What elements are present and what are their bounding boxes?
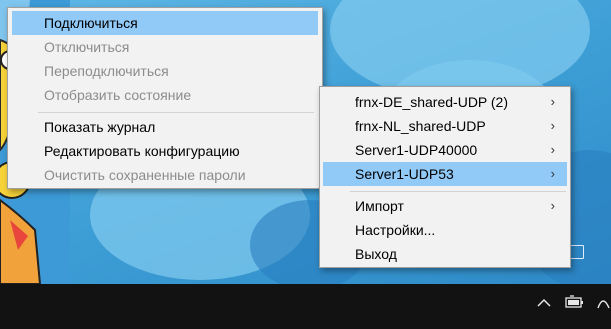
menu-item-label: Отобразить состояние bbox=[44, 87, 192, 103]
menu-item-show-status: Отобразить состояние bbox=[12, 83, 318, 107]
context-menu: Подключиться Отключиться Переподключитьс… bbox=[7, 7, 323, 189]
menu-item-label: Переподключиться bbox=[44, 63, 169, 79]
menu-item-label: Редактировать конфигурацию bbox=[44, 143, 240, 159]
menu-item-frnx-nl[interactable]: frnx-NL_shared-UDP › bbox=[323, 114, 567, 138]
chevron-right-icon: › bbox=[550, 166, 555, 181]
chevron-right-icon: › bbox=[550, 118, 555, 133]
menu-separator bbox=[38, 112, 314, 113]
menu-item-settings[interactable]: Настройки... bbox=[323, 218, 567, 242]
menu-item-label: Настройки... bbox=[355, 222, 436, 238]
menu-item-label: Отключиться bbox=[44, 39, 130, 55]
chevron-up-icon[interactable] bbox=[537, 296, 551, 312]
desktop-icon bbox=[570, 245, 584, 259]
chevron-right-icon: › bbox=[550, 142, 555, 157]
menu-item-label: Server1-UDP40000 bbox=[355, 142, 478, 158]
menu-item-label: Подключиться bbox=[44, 15, 138, 31]
menu-item-reconnect: Переподключиться bbox=[12, 59, 318, 83]
menu-item-label: frnx-NL_shared-UDP bbox=[355, 118, 486, 134]
menu-item-label: Server1-UDP53 bbox=[355, 166, 454, 182]
menu-item-clear-passwords: Очистить сохраненные пароли bbox=[12, 163, 318, 187]
menu-item-edit-config[interactable]: Редактировать конфигурацию bbox=[12, 139, 318, 163]
menu-item-import[interactable]: Импорт › bbox=[323, 194, 567, 218]
battery-icon[interactable] bbox=[565, 295, 585, 313]
menu-item-label: Показать журнал bbox=[44, 119, 156, 135]
menu-item-connect[interactable]: Подключиться bbox=[12, 11, 318, 35]
menu-item-label: Выход bbox=[355, 246, 397, 262]
menu-item-label: frnx-DE_shared-UDP (2) bbox=[355, 94, 509, 110]
tray-menu: frnx-DE_shared-UDP (2) › frnx-NL_shared-… bbox=[319, 86, 571, 268]
menu-item-disconnect: Отключиться bbox=[12, 35, 318, 59]
menu-item-exit[interactable]: Выход bbox=[323, 242, 567, 266]
network-icon[interactable] bbox=[596, 294, 611, 314]
chevron-right-icon: › bbox=[550, 198, 555, 213]
menu-item-label: Очистить сохраненные пароли bbox=[44, 167, 246, 183]
menu-separator bbox=[350, 191, 566, 192]
chevron-right-icon: › bbox=[550, 94, 555, 109]
menu-item-frnx-de[interactable]: frnx-DE_shared-UDP (2) › bbox=[323, 90, 567, 114]
menu-item-show-log[interactable]: Показать журнал bbox=[12, 115, 318, 139]
menu-item-label: Импорт bbox=[355, 198, 404, 214]
taskbar bbox=[0, 284, 611, 329]
menu-item-server1-udp40000[interactable]: Server1-UDP40000 › bbox=[323, 138, 567, 162]
menu-item-server1-udp53[interactable]: Server1-UDP53 › bbox=[323, 162, 567, 186]
